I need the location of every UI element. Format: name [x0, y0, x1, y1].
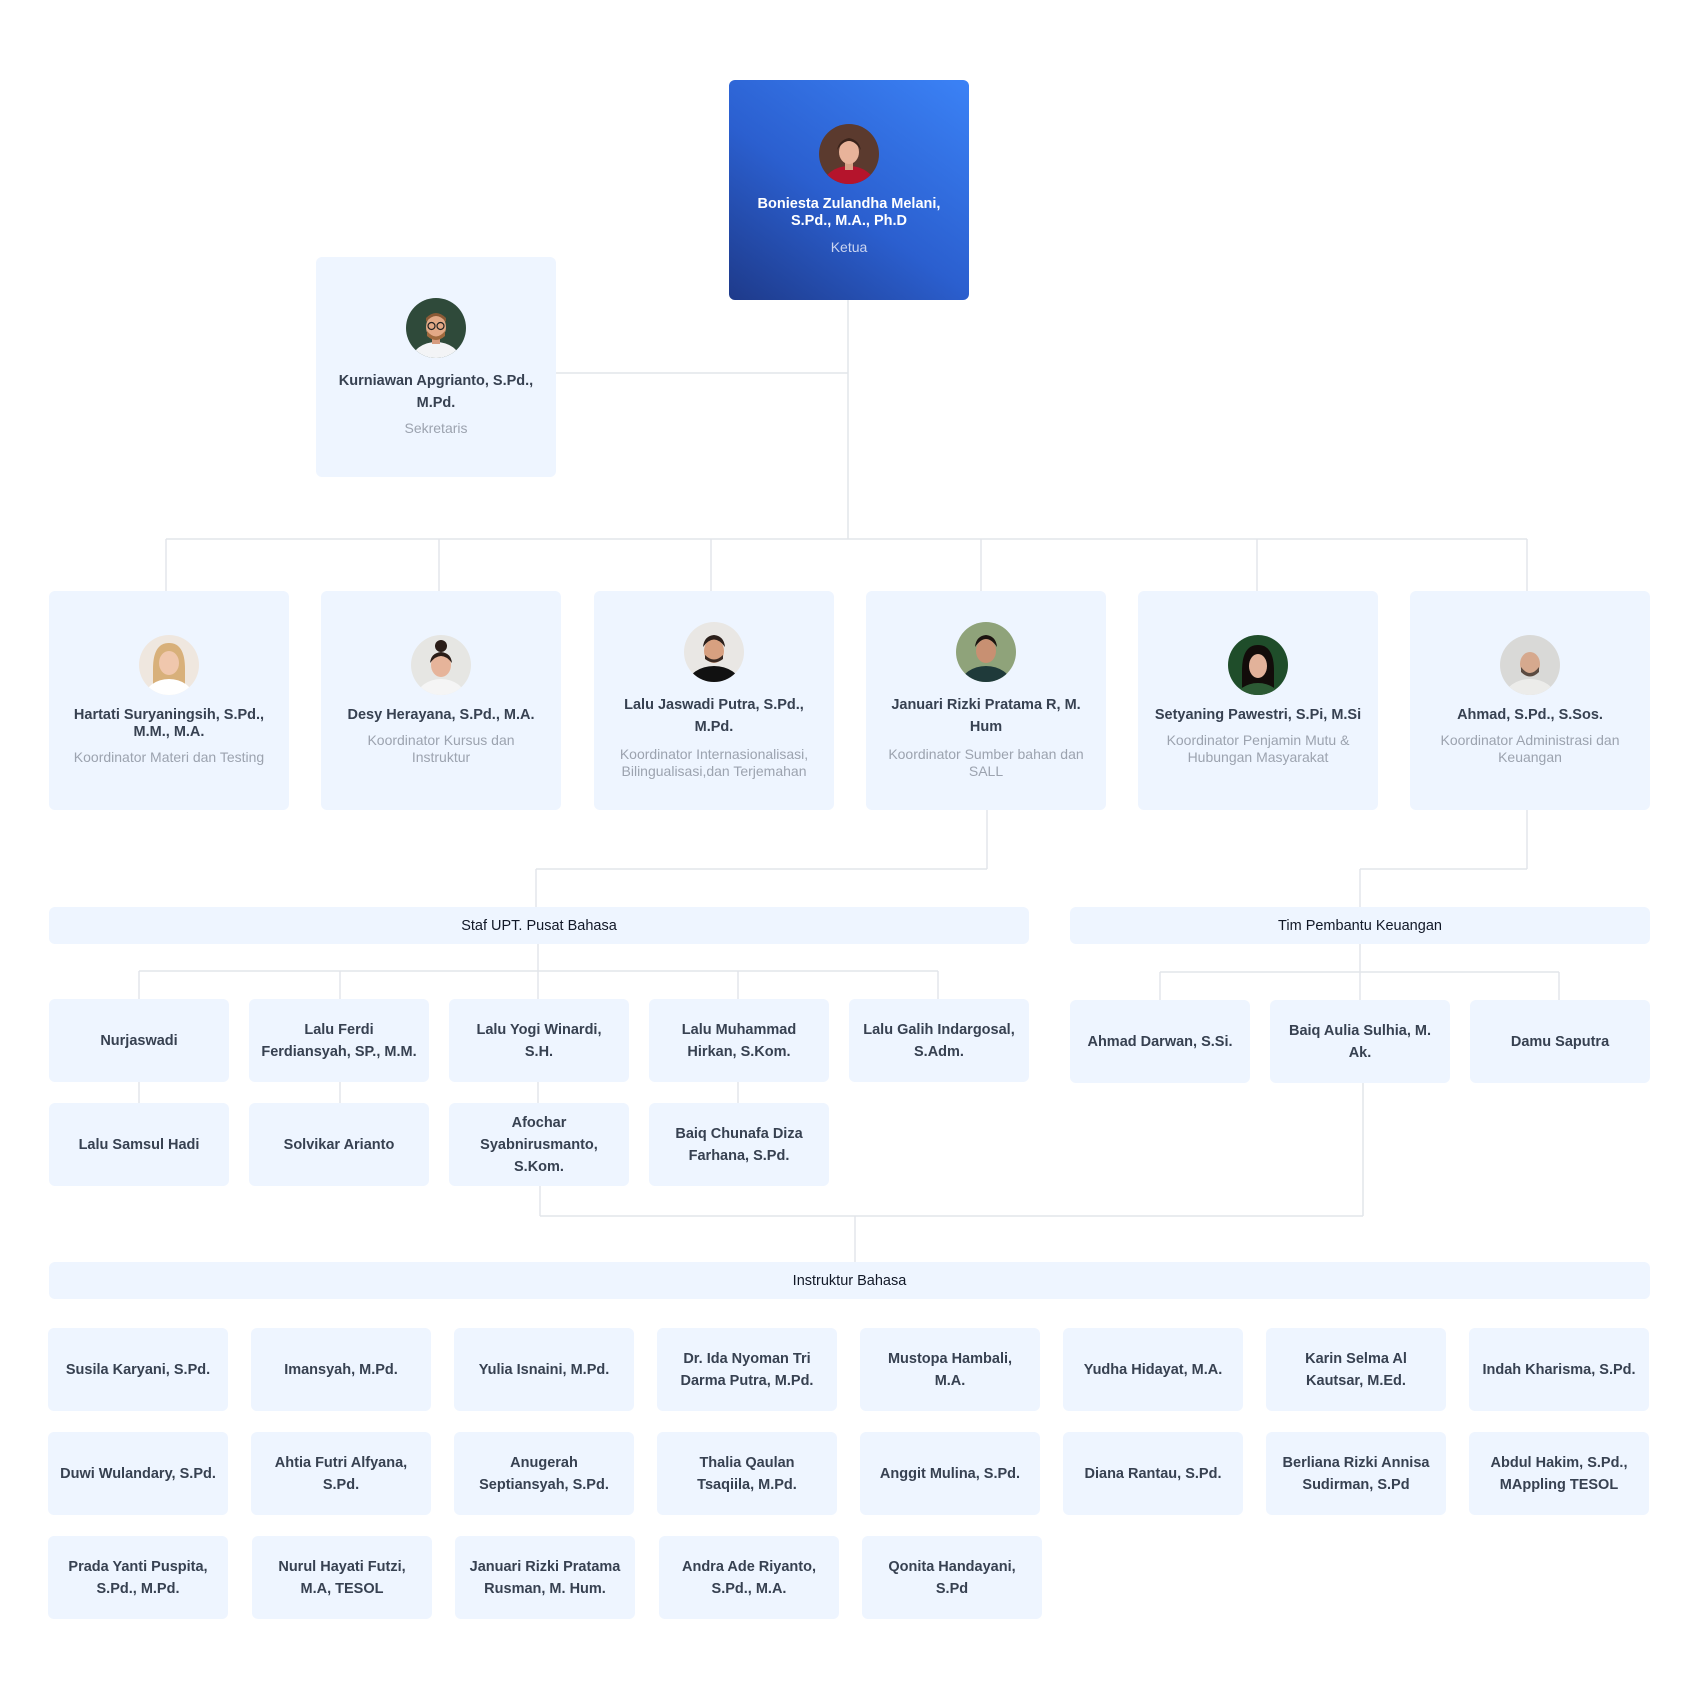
sekretaris-role: Sekretaris — [404, 419, 468, 436]
koordinator-name: Januari Rizki Pratama R, M. Hum — [891, 696, 1081, 735]
ketua-name: Boniesta Zulandha Melani, S.Pd., M.A., P… — [757, 196, 941, 229]
instruktur-member[interactable]: Indah Kharisma, S.Pd. — [1469, 1328, 1649, 1411]
instruktur-member[interactable]: Yudha Hidayat, M.A. — [1063, 1328, 1243, 1411]
staf-member[interactable]: Lalu Ferdi Ferdiansyah, SP., M.M. — [249, 999, 429, 1082]
koordinator-role: Koordinator Penjamin Mutu & Hubungan Mas… — [1166, 732, 1350, 765]
sekretaris-card[interactable]: Kurniawan Apgrianto, S.Pd., M.Pd. Sekret… — [316, 257, 556, 477]
instruktur-member[interactable]: Berliana Rizki Annisa Sudirman, S.Pd — [1266, 1432, 1446, 1515]
koordinator-name: Setyaning Pawestri, S.Pi, M.Si — [1154, 707, 1362, 723]
instruktur-member[interactable]: Andra Ade Riyanto, S.Pd., M.A. — [659, 1536, 839, 1619]
koordinator-avatar — [956, 621, 1016, 682]
staf-member[interactable]: Lalu Galih Indargosal, S.Adm. — [849, 999, 1029, 1082]
instruktur-member[interactable]: Imansyah, M.Pd. — [251, 1328, 431, 1411]
instruktur-member[interactable]: Karin Selma Al Kautsar, M.Ed. — [1266, 1328, 1446, 1411]
koordinator-avatar — [684, 621, 744, 682]
instruktur-member[interactable]: Anggit Mulina, S.Pd. — [860, 1432, 1040, 1515]
koordinator-role: Koordinator Materi dan Testing — [73, 749, 265, 765]
koordinator-name: Hartati Suryaningsih, S.Pd., M.M., M.A. — [73, 707, 265, 740]
koordinator-card[interactable]: Januari Rizki Pratama R, M. Hum Koordina… — [866, 591, 1106, 810]
section-instruktur-title: Instruktur Bahasa — [49, 1262, 1650, 1299]
koordinator-card[interactable]: Hartati Suryaningsih, S.Pd., M.M., M.A. … — [49, 591, 289, 810]
koordinator-role: Koordinator Kursus dan Instruktur — [367, 732, 515, 765]
instruktur-member[interactable]: Qonita Handayani, S.Pd — [862, 1536, 1042, 1619]
sekretaris-name: Kurniawan Apgrianto, S.Pd., M.Pd. — [338, 372, 534, 411]
staf-member[interactable]: Nurjaswadi — [49, 999, 229, 1082]
koordinator-role: Koordinator Internasionalisasi, Bilingua… — [619, 745, 809, 779]
ketua-card[interactable]: Boniesta Zulandha Melani, S.Pd., M.A., P… — [729, 80, 969, 300]
instruktur-member[interactable]: Abdul Hakim, S.Pd., MAppling TESOL — [1469, 1432, 1649, 1515]
staf-member[interactable]: Solvikar Arianto — [249, 1103, 429, 1186]
koordinator-avatar — [411, 635, 471, 695]
instruktur-member[interactable]: Dr. Ida Nyoman Tri Darma Putra, M.Pd. — [657, 1328, 837, 1411]
keuangan-member[interactable]: Damu Saputra — [1470, 1000, 1650, 1083]
staf-member[interactable]: Lalu Samsul Hadi — [49, 1103, 229, 1186]
koordinator-name: Lalu Jaswadi Putra, S.Pd., M.Pd. — [624, 696, 804, 735]
staf-member[interactable]: Lalu Yogi Winardi, S.H. — [449, 999, 629, 1082]
instruktur-member[interactable]: Ahtia Futri Alfyana, S.Pd. — [251, 1432, 431, 1515]
instruktur-member[interactable]: Prada Yanti Puspita, S.Pd., M.Pd. — [48, 1536, 228, 1619]
keuangan-member[interactable]: Baiq Aulia Sulhia, M. Ak. — [1270, 1000, 1450, 1083]
instruktur-member[interactable]: Duwi Wulandary, S.Pd. — [48, 1432, 228, 1515]
instruktur-member[interactable]: Diana Rantau, S.Pd. — [1063, 1432, 1243, 1515]
instruktur-member[interactable]: Anugerah Septiansyah, S.Pd. — [454, 1432, 634, 1515]
koordinator-name: Ahmad, S.Pd., S.Sos. — [1457, 707, 1603, 723]
section-staf-title: Staf UPT. Pusat Bahasa — [49, 907, 1029, 944]
koordinator-card[interactable]: Lalu Jaswadi Putra, S.Pd., M.Pd. Koordin… — [594, 591, 834, 810]
org-chart: Boniesta Zulandha Melani, S.Pd., M.A., P… — [0, 0, 1697, 1699]
instruktur-member[interactable]: Thalia Qaulan Tsaqiila, M.Pd. — [657, 1432, 837, 1515]
instruktur-member[interactable]: Mustopa Hambali, M.A. — [860, 1328, 1040, 1411]
instruktur-member[interactable]: Nurul Hayati Futzi, M.A, TESOL — [252, 1536, 432, 1619]
staf-member[interactable]: Afochar Syabnirusmanto, S.Kom. — [449, 1103, 629, 1186]
koordinator-role: Koordinator Sumber bahan dan SALL — [888, 745, 1084, 779]
koordinator-card[interactable]: Desy Herayana, S.Pd., M.A. Koordinator K… — [321, 591, 561, 810]
ketua-role: Ketua — [830, 239, 868, 255]
koordinator-card[interactable]: Ahmad, S.Pd., S.Sos. Koordinator Adminis… — [1410, 591, 1650, 810]
section-keuangan-title: Tim Pembantu Keuangan — [1070, 907, 1650, 944]
koordinator-avatar — [1500, 635, 1560, 695]
staf-member[interactable]: Baiq Chunafa Diza Farhana, S.Pd. — [649, 1103, 829, 1186]
staf-member[interactable]: Lalu Muhammad Hirkan, S.Kom. — [649, 999, 829, 1082]
ketua-avatar — [819, 124, 879, 184]
sekretaris-avatar — [406, 297, 466, 358]
koordinator-avatar — [1228, 635, 1288, 695]
instruktur-member[interactable]: Yulia Isnaini, M.Pd. — [454, 1328, 634, 1411]
instruktur-member[interactable]: Susila Karyani, S.Pd. — [48, 1328, 228, 1411]
koordinator-role: Koordinator Administrasi dan Keuangan — [1440, 732, 1620, 765]
koordinator-name: Desy Herayana, S.Pd., M.A. — [347, 707, 535, 723]
instruktur-member[interactable]: Januari Rizki Pratama Rusman, M. Hum. — [455, 1536, 635, 1619]
keuangan-member[interactable]: Ahmad Darwan, S.Si. — [1070, 1000, 1250, 1083]
koordinator-avatar — [139, 635, 199, 695]
koordinator-card[interactable]: Setyaning Pawestri, S.Pi, M.Si Koordinat… — [1138, 591, 1378, 810]
